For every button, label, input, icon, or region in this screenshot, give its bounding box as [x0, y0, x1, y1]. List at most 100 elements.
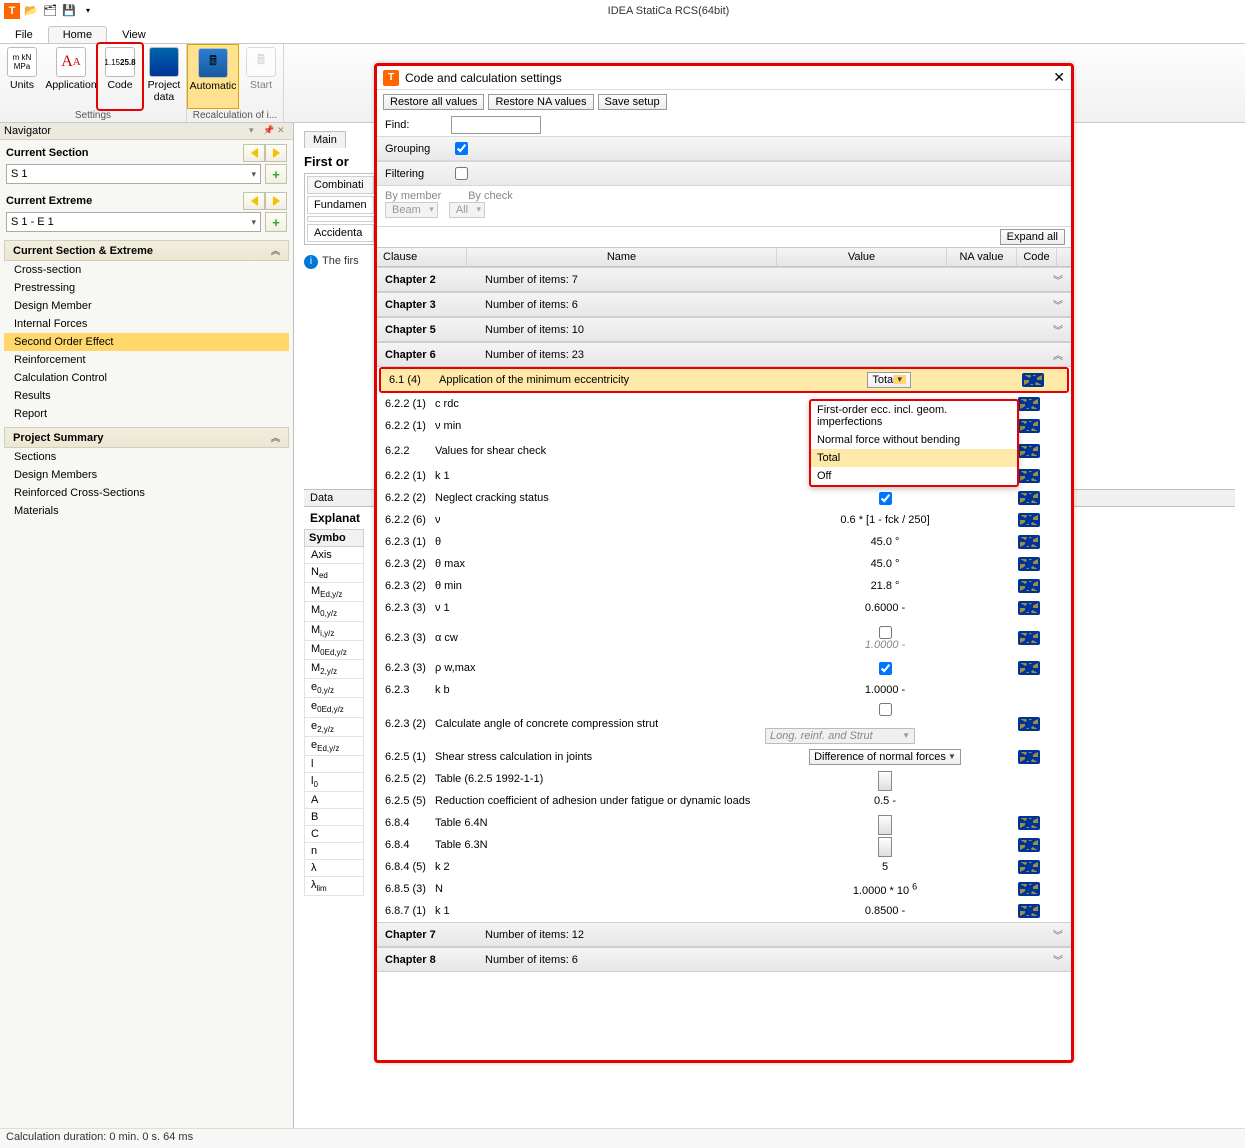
nav-item[interactable]: Internal Forces: [4, 315, 289, 333]
chapter-row[interactable]: Chapter 3Number of items: 6︾: [377, 292, 1071, 317]
param-row: 6.2.3 (2)θ max45.0 °: [377, 553, 1071, 575]
tab-view[interactable]: View: [107, 26, 161, 43]
eu-flag-icon: [1018, 491, 1040, 505]
symbol-cell: n: [305, 843, 364, 860]
current-section-select[interactable]: S 1 ▾: [6, 164, 261, 184]
eu-flag-icon: [1018, 816, 1040, 830]
nav-item[interactable]: Calculation Control: [4, 369, 289, 387]
param-row-highlight[interactable]: 6.1 (4)Application of the minimum eccent…: [381, 369, 1067, 391]
qat-app-icon: T: [4, 3, 20, 19]
symbol-cell: MEd,y/z: [305, 583, 364, 602]
nav-item[interactable]: Design Members: [4, 466, 289, 484]
nav-group-current[interactable]: Current Section & Extreme ︽: [4, 240, 289, 261]
qat-dropdown-icon[interactable]: ▾: [80, 3, 96, 19]
ribbon-code-button[interactable]: 1.1525.8 Code: [98, 44, 142, 109]
slider[interactable]: [884, 772, 886, 786]
extreme-prev-button[interactable]: [243, 192, 265, 210]
dropdown-option[interactable]: Off: [811, 467, 1017, 485]
col-name: Name: [467, 248, 777, 266]
symbol-cell: l0: [305, 772, 364, 791]
param-row: 6.2.3 (2)Calculate angle of concrete com…: [377, 701, 1071, 746]
save-setup-button[interactable]: Save setup: [598, 94, 667, 110]
nav-item[interactable]: Report: [4, 405, 289, 423]
current-section-value: S 1: [11, 168, 28, 180]
dropdown-option[interactable]: First-order ecc. incl. geom. imperfectio…: [811, 401, 1017, 431]
eccentricity-select[interactable]: Total: [867, 372, 910, 388]
param-row: 6.2.3 (2)θ min21.8 °: [377, 575, 1071, 597]
param-row: 6.8.4Table 6.3N: [377, 834, 1071, 856]
status-bar: Calculation duration: 0 min. 0 s. 64 ms: [0, 1128, 1245, 1148]
param-checkbox[interactable]: [879, 662, 892, 675]
nav-item[interactable]: Sections: [4, 448, 289, 466]
dropdown-option[interactable]: Total: [811, 449, 1017, 467]
ribbon-start-label: Start: [250, 79, 272, 91]
tab-home[interactable]: Home: [48, 26, 107, 43]
collapse-icon: ︽: [271, 431, 280, 444]
param-row: 6.2.3 (3)ν 10.6000 -: [377, 597, 1071, 619]
col-value: Value: [777, 248, 947, 266]
grouping-row: Grouping: [377, 136, 1071, 161]
filtering-checkbox[interactable]: [455, 167, 468, 180]
dialog-title: Code and calculation settings: [405, 71, 562, 85]
chapter-row[interactable]: Chapter 7Number of items: 12︾: [377, 922, 1071, 947]
dropdown-option[interactable]: Normal force without bending: [811, 431, 1017, 449]
ribbon-units-button[interactable]: m kNMPa Units: [0, 44, 44, 109]
panel-pin-icon[interactable]: 📌: [263, 125, 275, 137]
dialog-body[interactable]: Chapter 2Number of items: 7︾Chapter 3Num…: [377, 267, 1071, 1060]
tab-main[interactable]: Main: [304, 131, 346, 148]
chapter-row[interactable]: Chapter 5Number of items: 10︾: [377, 317, 1071, 342]
qat-open2-icon[interactable]: 🗂: [42, 3, 58, 19]
symbol-cell: e0Ed,y/z: [305, 698, 364, 717]
grouping-checkbox[interactable]: [455, 142, 468, 155]
eccentricity-dropdown[interactable]: First-order ecc. incl. geom. imperfectio…: [809, 399, 1019, 487]
expand-all-button[interactable]: Expand all: [1000, 229, 1065, 245]
restore-na-button[interactable]: Restore NA values: [488, 94, 593, 110]
qat-save-icon[interactable]: 💾: [61, 3, 77, 19]
ribbon-automatic-label: Automatic: [190, 80, 237, 92]
nav-item[interactable]: Design Member: [4, 297, 289, 315]
ribbon-start-button[interactable]: 🖩 Start: [239, 44, 283, 109]
qat-open-icon[interactable]: 📂: [23, 3, 39, 19]
by-check-label: By check: [468, 190, 513, 202]
slider[interactable]: [884, 816, 886, 830]
ribbon-automatic-button[interactable]: 🖩 Automatic: [187, 44, 239, 109]
dialog-close-button[interactable]: ✕: [1053, 69, 1065, 86]
param-checkbox[interactable]: [879, 703, 892, 716]
table-row: Fundamen: [307, 196, 374, 214]
combination-table: Combinati Fundamen Accidenta: [304, 173, 377, 245]
extreme-next-button[interactable]: [265, 192, 287, 210]
restore-all-button[interactable]: Restore all values: [383, 94, 484, 110]
nav-item[interactable]: Results: [4, 387, 289, 405]
nav-item[interactable]: Cross-section: [4, 261, 289, 279]
tab-file[interactable]: File: [0, 26, 48, 43]
nav-item[interactable]: Reinforcement: [4, 351, 289, 369]
current-extreme-label: Current Extreme: [6, 195, 92, 207]
chapter-row[interactable]: Chapter 6Number of items: 23︽: [377, 342, 1071, 367]
chapter-row[interactable]: Chapter 2Number of items: 7︾: [377, 267, 1071, 292]
panel-dropdown-icon[interactable]: ▾: [249, 125, 261, 137]
section-next-button[interactable]: [265, 144, 287, 162]
current-extreme-select[interactable]: S 1 - E 1 ▾: [6, 212, 261, 232]
nav-item[interactable]: Second Order Effect: [4, 333, 289, 351]
nav-item[interactable]: Materials: [4, 502, 289, 520]
nav-item[interactable]: Reinforced Cross-Sections: [4, 484, 289, 502]
slider[interactable]: [884, 838, 886, 852]
eu-flag-icon: [1018, 750, 1040, 764]
find-input[interactable]: [451, 116, 541, 134]
section-add-button[interactable]: +: [265, 164, 287, 184]
param-checkbox[interactable]: [879, 626, 892, 639]
section-prev-button[interactable]: [243, 144, 265, 162]
ribbon-application-button[interactable]: AA Application: [44, 44, 98, 109]
extreme-add-button[interactable]: +: [265, 212, 287, 232]
panel-close-icon[interactable]: ✕: [277, 125, 289, 137]
ribbon-application-label: Application: [45, 79, 96, 91]
value-select[interactable]: Difference of normal forces: [809, 749, 961, 765]
nav-group-summary[interactable]: Project Summary ︽: [4, 427, 289, 448]
symbol-cell: M2,y/z: [305, 659, 364, 678]
ribbon-project-data-button[interactable]: Project data: [142, 44, 186, 109]
eu-flag-icon: [1018, 838, 1040, 852]
param-checkbox[interactable]: [879, 492, 892, 505]
nav-item[interactable]: Prestressing: [4, 279, 289, 297]
find-label: Find:: [385, 119, 445, 131]
chapter-row[interactable]: Chapter 8Number of items: 6︾: [377, 947, 1071, 972]
